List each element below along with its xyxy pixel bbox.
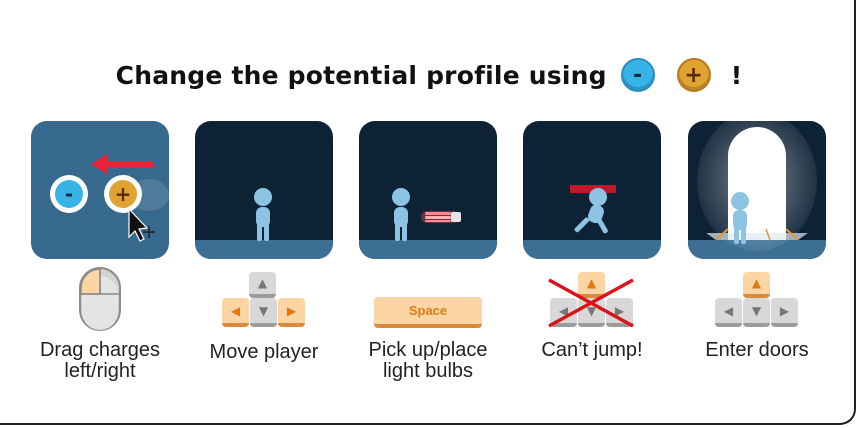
title-exclamation: ! [730, 60, 743, 90]
up-arrow-key: ▲ [249, 272, 276, 298]
mouse-icon [79, 267, 121, 331]
cross-out-icon [548, 278, 634, 328]
light-bulb-icon [425, 212, 461, 222]
svg-text:+: + [115, 182, 132, 206]
enter-doors-panel [688, 121, 826, 259]
light-bulb-panel [359, 121, 497, 259]
caption-line: Can’t jump! [541, 339, 643, 361]
player-with-bulb-illustration [392, 188, 461, 241]
caption-line: Pick up/place [368, 339, 488, 361]
space-key: Space [374, 297, 482, 328]
cant-jump-panel [523, 121, 661, 259]
cursor-pointer-icon [128, 207, 149, 242]
drag-arrow-head [91, 154, 107, 174]
caption-drag-charges: Drag charges left/right [15, 340, 185, 382]
drag-charges-illustration: - + [50, 154, 169, 242]
caption-line: left/right [64, 360, 136, 382]
up-arrow-key: ▲ [743, 272, 770, 298]
svg-text:-: - [65, 182, 73, 206]
down-arrow-key: ▼ [250, 298, 277, 327]
caption-line: light bulbs [382, 360, 474, 382]
right-arrow-key: ▶ [278, 298, 305, 327]
left-arrow-key: ◀ [715, 298, 742, 327]
down-arrow-key: ▼ [743, 298, 770, 327]
caption-cant-jump: Can’t jump! [507, 340, 677, 361]
caption-move-player: Move player [179, 342, 349, 363]
caption-pick-up-bulbs: Pick up/place light bulbs [343, 340, 513, 382]
jumping-player-illustration [570, 185, 616, 234]
move-player-panel [195, 121, 333, 259]
left-mouse-button [80, 268, 101, 295]
left-arrow-key: ◀ [222, 298, 249, 327]
negative-charge-icon: - [620, 58, 655, 92]
page-title: Change the potential profile using - + ! [0, 55, 858, 95]
player-illustration [254, 188, 272, 241]
caption-line: Drag charges [39, 339, 161, 361]
drag-arrow-shaft [101, 161, 153, 167]
caption-enter-doors: Enter doors [672, 340, 842, 361]
caption-line: Move player [209, 341, 319, 363]
title-text: Change the potential profile using [115, 60, 607, 90]
caption-line: Enter doors [705, 339, 809, 361]
positive-charge-icon: + [676, 58, 711, 92]
drag-charges-panel: - + [31, 121, 169, 259]
right-arrow-key: ▶ [771, 298, 798, 327]
door-illustration [697, 121, 817, 251]
